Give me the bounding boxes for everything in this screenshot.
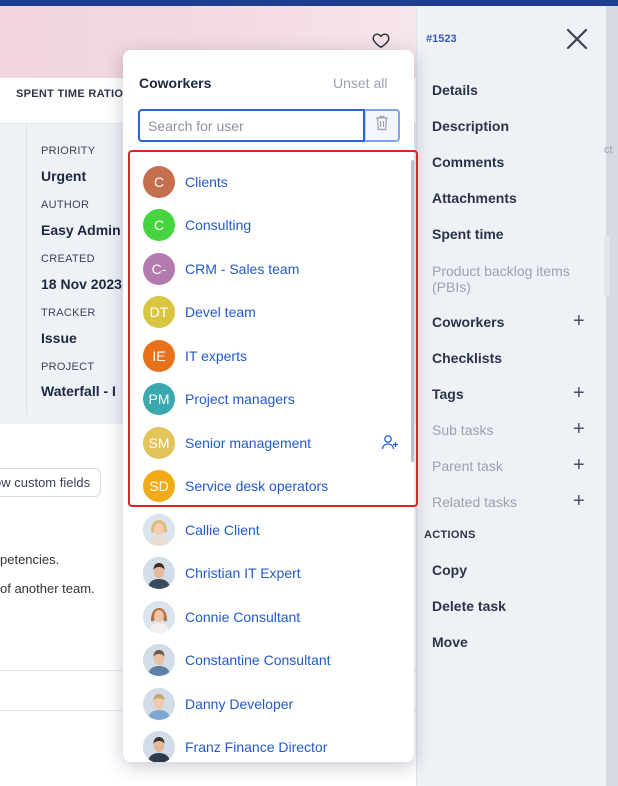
dropdown-title: Coworkers xyxy=(139,75,212,91)
user-avatar-photo xyxy=(143,514,175,546)
user-avatar-photo xyxy=(143,557,175,589)
user-avatar-photo xyxy=(143,688,175,720)
meta-value[interactable]: Waterfall - I xyxy=(41,383,116,399)
add-parent-task-plus-icon[interactable]: + xyxy=(573,455,585,475)
action-copy[interactable]: Copy xyxy=(432,562,467,578)
side-item-spent-time[interactable]: Spent time xyxy=(432,226,504,242)
unset-all-button[interactable]: Unset all xyxy=(333,75,387,91)
user-row-franz-finance-director[interactable]: Franz Finance Director xyxy=(123,725,414,762)
user-row-danny-developer[interactable]: Danny Developer xyxy=(123,682,414,726)
add-tags-plus-icon[interactable]: + xyxy=(573,383,585,403)
description-text-line: petencies. xyxy=(0,552,60,567)
side-item-details[interactable]: Details xyxy=(432,82,478,98)
user-name: Connie Consultant xyxy=(185,609,301,625)
side-item-checklists[interactable]: Checklists xyxy=(432,350,502,366)
user-row-christian-it-expert[interactable]: Christian IT Expert xyxy=(123,551,414,595)
action-delete-task[interactable]: Delete task xyxy=(432,598,506,614)
meta-value[interactable]: Urgent xyxy=(41,168,86,184)
search-user-input[interactable] xyxy=(138,109,365,142)
side-item-sub-tasks[interactable]: Sub tasks xyxy=(432,422,493,438)
groups-highlight-box xyxy=(128,150,418,507)
side-item-product-backlog[interactable]: Product backlog items (PBIs) xyxy=(432,263,592,295)
close-icon[interactable] xyxy=(566,28,588,54)
panel-shadow xyxy=(606,6,618,786)
issue-id-link[interactable]: #1523 xyxy=(426,33,457,45)
meta-label: CREATED xyxy=(41,253,95,265)
user-name: Callie Client xyxy=(185,522,260,538)
user-name: Christian IT Expert xyxy=(185,565,301,581)
meta-value[interactable]: Issue xyxy=(41,330,77,346)
meta-value: 18 Nov 2023 xyxy=(41,276,122,292)
user-avatar-photo xyxy=(143,644,175,676)
actions-heading: ACTIONS xyxy=(424,529,476,541)
meta-label: TRACKER xyxy=(41,307,96,319)
user-row-callie-client[interactable]: Callie Client xyxy=(123,508,414,552)
clear-search-button[interactable] xyxy=(365,109,400,142)
user-row-connie-consultant[interactable]: Connie Consultant xyxy=(123,595,414,639)
user-row-constantine-consultant[interactable]: Constantine Consultant xyxy=(123,638,414,682)
side-item-comments[interactable]: Comments xyxy=(432,154,504,170)
user-name: Constantine Consultant xyxy=(185,652,331,668)
meta-label: PRIORITY xyxy=(41,145,96,157)
side-item-related-tasks[interactable]: Related tasks xyxy=(432,494,517,510)
divider xyxy=(26,124,27,414)
side-item-description[interactable]: Description xyxy=(432,118,509,134)
show-custom-fields-button[interactable]: ow custom fields xyxy=(0,468,102,497)
add-related-task-plus-icon[interactable]: + xyxy=(573,491,585,511)
spent-time-ratio-label: SPENT TIME RATIO xyxy=(16,88,124,100)
user-name: Danny Developer xyxy=(185,696,294,712)
user-avatar-photo xyxy=(143,731,175,762)
meta-label: PROJECT xyxy=(41,361,95,373)
panel-edge-bar xyxy=(604,236,610,296)
description-text-line: of another team. xyxy=(0,581,95,596)
add-sub-task-plus-icon[interactable]: + xyxy=(573,419,585,439)
side-item-attachments[interactable]: Attachments xyxy=(432,190,517,206)
trash-icon xyxy=(375,115,389,136)
user-name: Franz Finance Director xyxy=(185,739,328,755)
user-avatar-photo xyxy=(143,601,175,633)
side-item-tags[interactable]: Tags xyxy=(432,386,464,402)
add-coworkers-plus-icon[interactable]: + xyxy=(573,311,585,331)
action-move[interactable]: Move xyxy=(432,634,468,650)
meta-label: AUTHOR xyxy=(41,199,90,211)
search-user-field xyxy=(138,109,400,142)
side-edge-text: ct xyxy=(604,144,613,156)
side-item-parent-task[interactable]: Parent task xyxy=(432,458,503,474)
meta-value[interactable]: Easy Admin xyxy=(41,222,121,238)
side-item-coworkers[interactable]: Coworkers xyxy=(432,314,504,330)
